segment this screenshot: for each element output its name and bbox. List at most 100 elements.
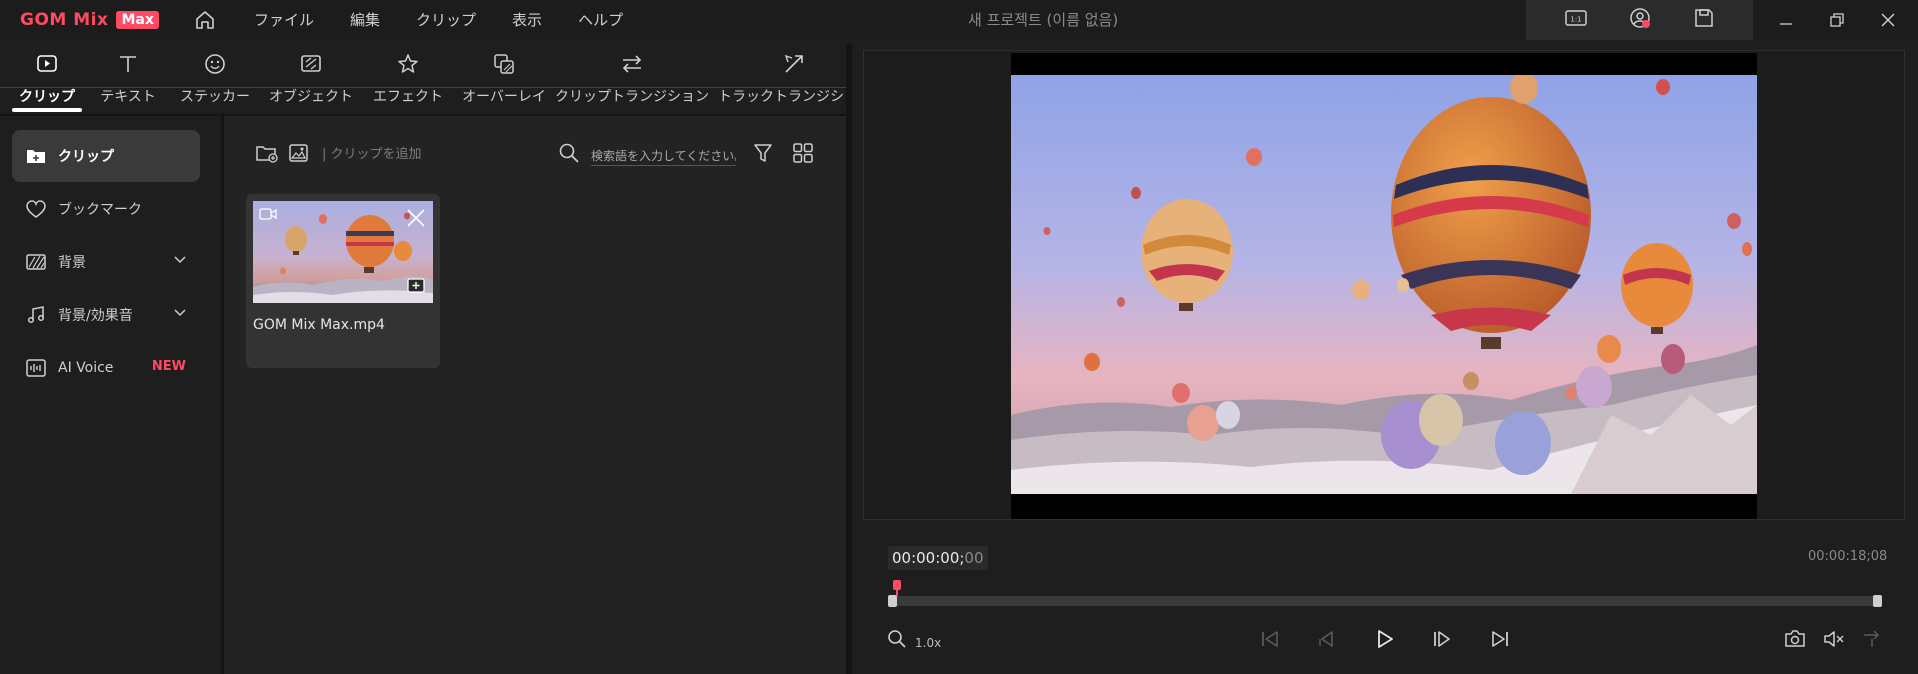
folder-add-icon bbox=[256, 146, 278, 163]
skip-to-end-icon bbox=[1492, 631, 1508, 647]
snapshot-button[interactable] bbox=[1783, 627, 1807, 651]
video-frame-image bbox=[1011, 75, 1757, 494]
export-button[interactable] bbox=[1860, 627, 1884, 651]
search-input[interactable] bbox=[591, 146, 736, 166]
timeline-scrubber[interactable] bbox=[888, 596, 1882, 606]
tab-object[interactable]: オブジェクト bbox=[269, 44, 353, 114]
aspect-ratio-icon: 1:1 bbox=[1565, 10, 1587, 26]
total-duration: 00:00:18;08 bbox=[1808, 549, 1888, 564]
export-icon bbox=[1864, 630, 1880, 647]
grid-view-icon bbox=[793, 143, 813, 163]
tab-label: オブジェクト bbox=[269, 89, 353, 105]
sticker-icon bbox=[205, 54, 225, 74]
tab-overlay[interactable]: オーバーレイ bbox=[462, 44, 546, 114]
trim-start-handle[interactable] bbox=[888, 595, 897, 607]
heart-icon bbox=[26, 200, 46, 218]
restore-icon bbox=[1829, 13, 1844, 27]
close-button[interactable] bbox=[1862, 0, 1913, 40]
trim-end-handle[interactable] bbox=[1873, 595, 1882, 607]
close-icon bbox=[1881, 13, 1894, 27]
new-badge: NEW bbox=[151, 359, 186, 374]
add-media-button[interactable] bbox=[286, 140, 312, 166]
sidebar-item-label: 背景/効果音 bbox=[58, 308, 133, 324]
go-to-start-button[interactable] bbox=[1258, 627, 1282, 651]
app-logo: GOM Mix Max bbox=[20, 9, 159, 31]
logo-badge: Max bbox=[116, 11, 159, 29]
tab-clip[interactable]: クリップ bbox=[12, 44, 82, 114]
previous-frame-icon bbox=[1319, 631, 1333, 647]
video-camera-icon bbox=[259, 208, 277, 220]
svg-text:1:1: 1:1 bbox=[1571, 16, 1582, 24]
current-time-main: 00:00:00; bbox=[892, 549, 965, 567]
chevron-down-icon bbox=[174, 256, 186, 264]
tab-clip-transition[interactable]: クリップトランジション bbox=[555, 44, 709, 114]
minimize-button[interactable] bbox=[1760, 0, 1811, 40]
skip-to-start-icon bbox=[1262, 631, 1278, 647]
logo-text: GOM Mix bbox=[20, 10, 109, 30]
object-icon bbox=[301, 55, 321, 72]
search-button[interactable] bbox=[556, 140, 582, 166]
restore-button[interactable] bbox=[1811, 0, 1862, 40]
waveform-icon bbox=[26, 359, 46, 377]
music-note-icon bbox=[27, 306, 45, 324]
search-icon bbox=[559, 143, 579, 163]
sidebar-item-background[interactable]: 背景 bbox=[12, 236, 200, 288]
remove-clip-icon[interactable] bbox=[405, 207, 427, 229]
account-button[interactable] bbox=[1628, 6, 1652, 34]
text-icon bbox=[120, 56, 136, 72]
menu-view[interactable]: 表示 bbox=[494, 0, 560, 40]
menu-help[interactable]: ヘルプ bbox=[560, 0, 641, 40]
sidebar-item-bgm-sound[interactable]: 背景/効果音 bbox=[12, 289, 200, 341]
go-to-end-button[interactable] bbox=[1488, 627, 1512, 651]
clip-toolbar: | クリップを追加 bbox=[224, 116, 846, 176]
playhead[interactable] bbox=[893, 580, 901, 596]
play-icon bbox=[1378, 630, 1393, 648]
image-add-icon bbox=[289, 144, 308, 162]
menu-bar: ファイル 編集 クリップ 表示 ヘルプ bbox=[236, 0, 641, 40]
active-tab-indicator bbox=[12, 108, 82, 112]
next-frame-button[interactable] bbox=[1430, 627, 1454, 651]
tab-label: テキスト bbox=[100, 89, 156, 105]
preview-frame bbox=[863, 50, 1905, 520]
menu-clip[interactable]: クリップ bbox=[398, 0, 494, 40]
sidebar-item-label: ブックマーク bbox=[58, 202, 142, 218]
grid-view-button[interactable] bbox=[790, 140, 816, 166]
current-time-display: 00:00:00;00 bbox=[888, 546, 988, 570]
sidebar-item-clip[interactable]: クリップ bbox=[12, 130, 200, 182]
tab-label: オーバーレイ bbox=[462, 89, 546, 105]
video-preview bbox=[1011, 53, 1757, 519]
home-icon bbox=[196, 11, 214, 29]
tab-track-transition[interactable]: トラックトランジション bbox=[718, 44, 846, 114]
clip-thumbnail bbox=[253, 201, 433, 303]
sidebar-item-bookmark[interactable]: ブックマーク bbox=[12, 183, 200, 235]
clip-name: GOM Mix Max.mp4 bbox=[253, 317, 385, 333]
aspect-ratio-button[interactable]: 1:1 bbox=[1564, 8, 1588, 32]
tab-text[interactable]: テキスト bbox=[93, 44, 163, 114]
volume-button[interactable] bbox=[1822, 627, 1846, 651]
play-button[interactable] bbox=[1372, 627, 1396, 651]
next-frame-icon bbox=[1434, 631, 1450, 647]
add-clip-label[interactable]: | クリップを追加 bbox=[322, 143, 422, 162]
feature-tabs: クリップ テキスト ステッカー オブジェクト エフェクト オーバーレイ クリップ… bbox=[0, 44, 846, 114]
clip-item[interactable]: GOM Mix Max.mp4 bbox=[246, 194, 440, 368]
previous-frame-button[interactable] bbox=[1314, 627, 1338, 651]
save-button[interactable] bbox=[1693, 7, 1715, 33]
document-title: 새 프로젝트 (이름 없음) bbox=[968, 11, 1119, 29]
sidebar-item-ai-voice[interactable]: AI Voice NEW bbox=[12, 342, 200, 394]
add-to-timeline-icon[interactable] bbox=[405, 276, 427, 296]
home-button[interactable] bbox=[190, 6, 220, 34]
menu-file[interactable]: ファイル bbox=[236, 0, 332, 40]
title-bar: GOM Mix Max ファイル 編集 クリップ 表示 ヘルプ 새 프로젝트 (… bbox=[0, 0, 1918, 40]
clip-library: | クリップを追加 検索語を入力してください。 GOM Mix Max.mp4 bbox=[224, 116, 846, 674]
filter-icon bbox=[754, 144, 772, 162]
tab-sticker[interactable]: ステッカー bbox=[180, 44, 250, 114]
folder-add-icon bbox=[27, 150, 45, 163]
tab-effect[interactable]: エフェクト bbox=[373, 44, 443, 114]
tab-label: クリップ bbox=[19, 89, 75, 105]
current-time-frames: 00 bbox=[964, 549, 984, 567]
account-icon bbox=[1630, 8, 1651, 28]
zoom-icon[interactable] bbox=[886, 628, 908, 650]
filter-button[interactable] bbox=[750, 140, 776, 166]
add-folder-button[interactable] bbox=[254, 140, 280, 166]
menu-edit[interactable]: 編集 bbox=[332, 0, 398, 40]
